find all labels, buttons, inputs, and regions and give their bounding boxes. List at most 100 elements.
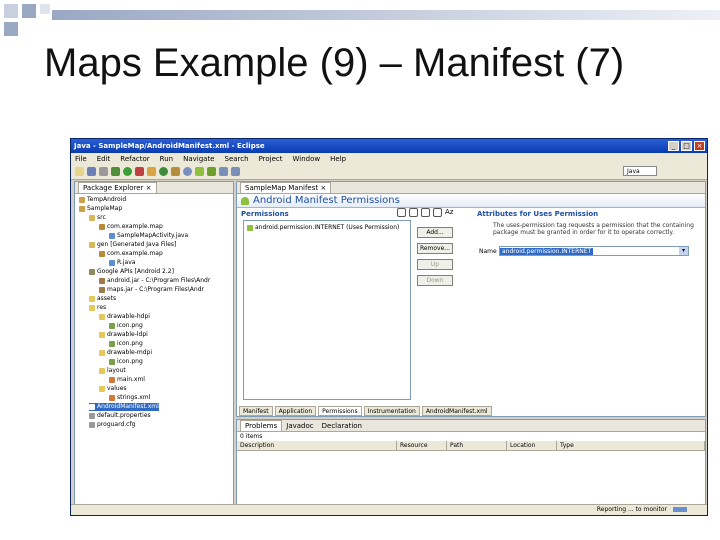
tab-application[interactable]: Application: [274, 406, 317, 416]
remove-button[interactable]: Remove...: [417, 243, 453, 254]
new-class-icon[interactable]: [159, 167, 168, 176]
new-java-project-icon[interactable]: [147, 167, 156, 176]
open-type-icon[interactable]: [171, 167, 180, 176]
add-permission-group-icon[interactable]: [433, 208, 442, 217]
xml-file-icon: [109, 376, 115, 383]
status-text: Reporting ... to monitor: [596, 506, 667, 513]
back-icon[interactable]: [219, 167, 228, 176]
menu-navigate[interactable]: Navigate: [183, 155, 214, 163]
tab-androidmanifest-xml[interactable]: AndroidManifest.xml: [421, 406, 492, 416]
print-icon[interactable]: [99, 167, 108, 176]
main-toolbar: Java: [71, 164, 707, 180]
folder-icon: [99, 385, 105, 392]
permissions-list[interactable]: android.permission.INTERNET (Uses Permis…: [243, 220, 411, 400]
menu-project[interactable]: Project: [259, 155, 283, 163]
tree-item[interactable]: SampleMap: [79, 205, 122, 213]
tab-samplemap-manifest[interactable]: SampleMap Manifest ×: [240, 182, 332, 193]
tree-item[interactable]: gen [Generated Java Files]: [89, 241, 176, 249]
add-permission-icon[interactable]: [397, 208, 406, 217]
tree-item[interactable]: drawable-mdpi: [99, 349, 152, 357]
avd-manager-icon[interactable]: [207, 167, 216, 176]
search-icon[interactable]: [183, 167, 192, 176]
tree-item[interactable]: default.properties: [89, 412, 151, 420]
close-icon[interactable]: ×: [146, 184, 152, 192]
tree-item[interactable]: src: [89, 214, 106, 222]
tree-item[interactable]: proguard.cfg: [89, 421, 135, 429]
window-title-bar: Java - SampleMap/AndroidManifest.xml - E…: [71, 139, 707, 153]
debug-icon[interactable]: [111, 167, 120, 176]
tree-item[interactable]: SampleMapActivity.java: [109, 232, 188, 240]
permissions-section-label: Permissions: [241, 210, 289, 218]
tree-item[interactable]: main.xml: [109, 376, 145, 384]
menu-help[interactable]: Help: [330, 155, 346, 163]
folder-icon: [99, 349, 105, 356]
menu-edit[interactable]: Edit: [97, 155, 111, 163]
tab-package-explorer[interactable]: Package Explorer ×: [78, 182, 157, 193]
tree-item[interactable]: com.example.map: [99, 223, 163, 231]
minimize-button[interactable]: _: [668, 141, 679, 151]
slide-deco-square: [40, 4, 50, 14]
sort-button[interactable]: Az: [445, 208, 453, 217]
tree-item[interactable]: com.example.map: [99, 250, 163, 258]
tree-item-selected[interactable]: AndroidManifest.xml: [89, 403, 159, 411]
attributes-section-label: Attributes for Uses Permission: [477, 210, 599, 218]
menu-refactor[interactable]: Refactor: [120, 155, 149, 163]
column-description[interactable]: Description: [237, 441, 397, 450]
close-button[interactable]: ×: [694, 141, 705, 151]
add-permission-tree-icon[interactable]: [421, 208, 430, 217]
add-uses-permission-icon[interactable]: [409, 208, 418, 217]
down-button[interactable]: Down: [417, 275, 453, 286]
new-icon[interactable]: [75, 167, 84, 176]
menu-window[interactable]: Window: [293, 155, 321, 163]
permission-item[interactable]: android.permission.INTERNET (Uses Permis…: [247, 224, 399, 231]
tree-item[interactable]: assets: [89, 295, 116, 303]
forward-icon[interactable]: [231, 167, 240, 176]
maximize-button[interactable]: □: [681, 141, 692, 151]
slide-deco-square: [4, 4, 18, 18]
tab-javadoc[interactable]: Javadoc: [286, 422, 313, 430]
tree-item[interactable]: icon.png: [109, 340, 143, 348]
tab-permissions[interactable]: Permissions: [318, 406, 362, 416]
tree-item[interactable]: icon.png: [109, 358, 143, 366]
tree-item[interactable]: Google APIs [Android 2.2]: [89, 268, 174, 276]
column-location[interactable]: Location: [507, 441, 557, 450]
tree-item[interactable]: maps.jar - C:\Program Files\Andr: [99, 286, 204, 294]
tree-item[interactable]: strings.xml: [109, 394, 150, 402]
uses-permission-icon: [247, 224, 253, 231]
tree-item[interactable]: android.jar - C:\Program Files\Andr: [99, 277, 210, 285]
attributes-description: The uses-permission tag requests a permi…: [493, 222, 694, 236]
tree-item[interactable]: drawable-ldpi: [99, 331, 148, 339]
tree-item[interactable]: R.java: [109, 259, 135, 267]
external-tools-icon[interactable]: [135, 167, 144, 176]
slide-deco-square: [4, 22, 18, 36]
tree-item[interactable]: layout: [99, 367, 126, 375]
tree-item[interactable]: icon.png: [109, 322, 143, 330]
tab-declaration[interactable]: Declaration: [322, 422, 362, 430]
tab-manifest[interactable]: Manifest: [239, 406, 273, 416]
permissions-toolbar: Az: [397, 208, 453, 217]
menu-run[interactable]: Run: [160, 155, 173, 163]
run-icon[interactable]: [123, 167, 132, 176]
tree-item[interactable]: TempAndroid: [79, 196, 126, 204]
save-icon[interactable]: [87, 167, 96, 176]
menu-search[interactable]: Search: [225, 155, 249, 163]
window-title: Java - SampleMap/AndroidManifest.xml - E…: [74, 142, 265, 150]
tree-item[interactable]: res: [89, 304, 106, 312]
package-icon: [99, 223, 105, 230]
tab-instrumentation[interactable]: Instrumentation: [363, 406, 420, 416]
tree-item[interactable]: drawable-hdpi: [99, 313, 150, 321]
close-icon[interactable]: ×: [320, 184, 326, 192]
tree-item[interactable]: values: [99, 385, 127, 393]
menu-file[interactable]: File: [75, 155, 87, 163]
column-type[interactable]: Type: [557, 441, 705, 450]
chevron-down-icon[interactable]: ▾: [679, 247, 688, 255]
source-folder-icon: [89, 241, 95, 248]
tab-problems[interactable]: Problems: [240, 420, 283, 431]
name-combo[interactable]: android.permission.INTERNET ▾: [499, 246, 689, 256]
perspective-switcher[interactable]: Java: [623, 166, 657, 176]
add-button[interactable]: Add...: [417, 227, 453, 238]
android-sdk-icon[interactable]: [195, 167, 204, 176]
column-resource[interactable]: Resource: [397, 441, 447, 450]
up-button[interactable]: Up: [417, 259, 453, 270]
column-path[interactable]: Path: [447, 441, 507, 450]
